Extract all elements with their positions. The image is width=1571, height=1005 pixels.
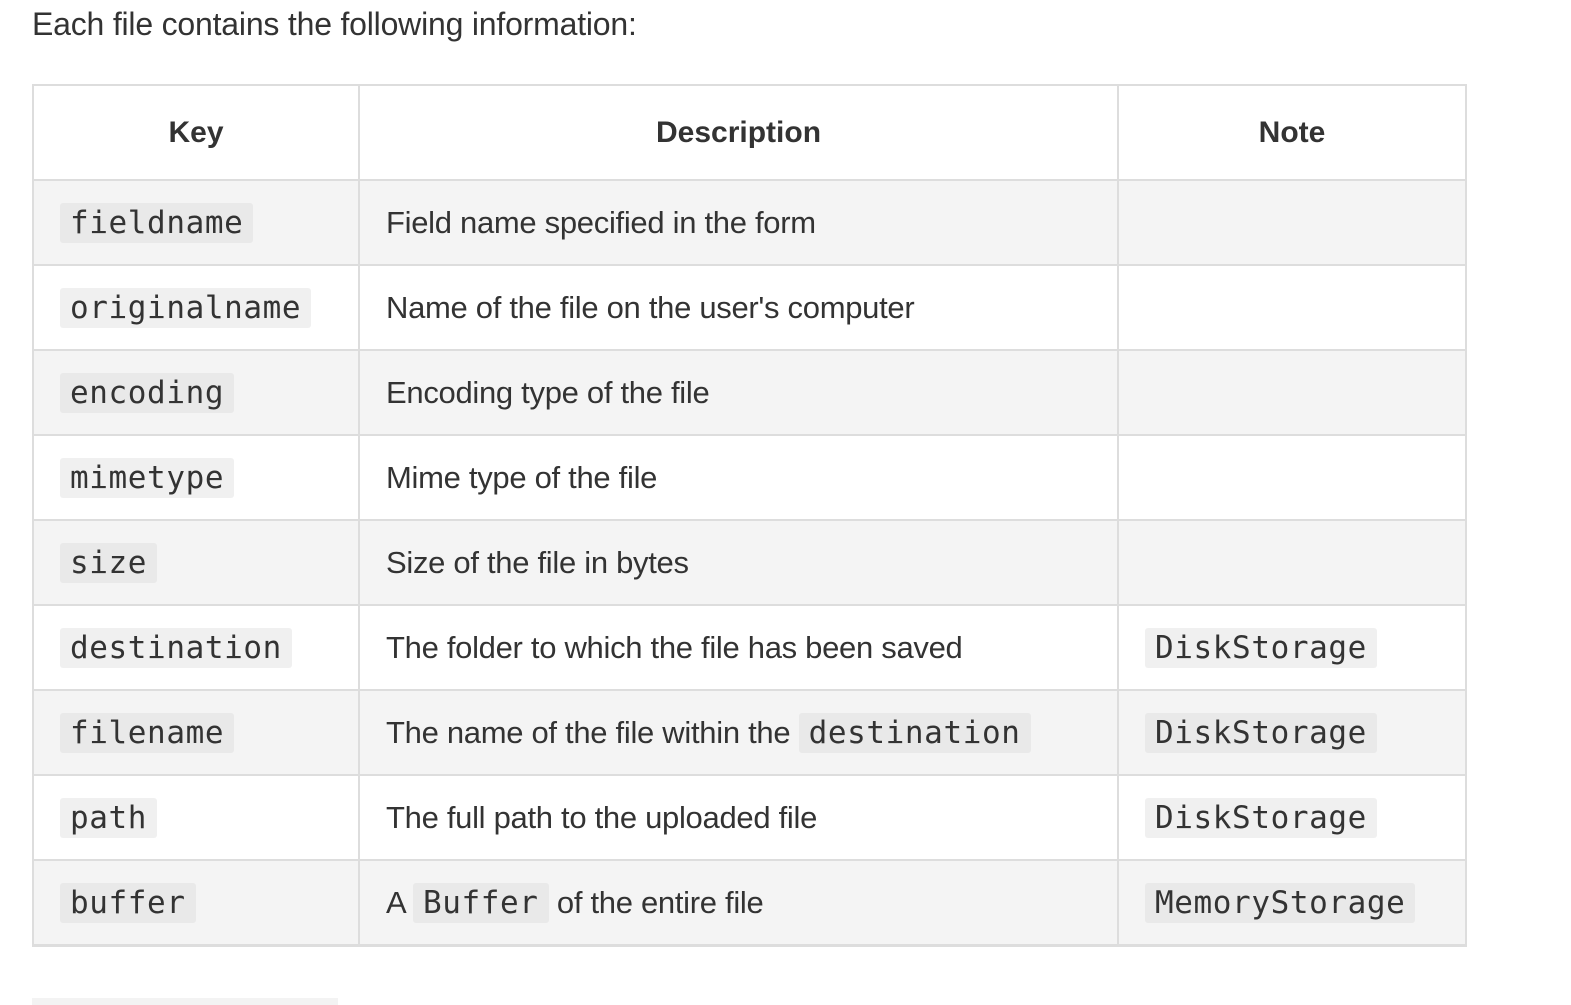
table-row: mimetype Mime type of the file bbox=[32, 434, 1467, 521]
description-text: A bbox=[386, 884, 413, 920]
note-cell bbox=[1117, 434, 1467, 521]
key-cell: mimetype bbox=[32, 434, 360, 521]
note-cell: DiskStorage bbox=[1117, 604, 1467, 691]
description-text: The full path to the uploaded file bbox=[386, 799, 818, 835]
description-cell: Encoding type of the file bbox=[358, 349, 1119, 436]
table-header: Key Description Note bbox=[32, 84, 1467, 181]
note-cell: DiskStorage bbox=[1117, 774, 1467, 861]
key-cell: buffer bbox=[32, 859, 360, 947]
note-code: DiskStorage bbox=[1145, 627, 1377, 668]
header-key: Key bbox=[32, 84, 360, 181]
file-info-table: Key Description Note fieldname Field nam… bbox=[32, 84, 1467, 947]
table-body: fieldname Field name specified in the fo… bbox=[32, 179, 1467, 947]
table-row: encoding Encoding type of the file bbox=[32, 349, 1467, 436]
header-description: Description bbox=[358, 84, 1119, 181]
description-text: The name of the file within the bbox=[386, 714, 799, 750]
description-cell: A Buffer of the entire file bbox=[358, 859, 1119, 947]
key-cell: encoding bbox=[32, 349, 360, 436]
description-cell: Field name specified in the form bbox=[358, 179, 1119, 266]
table-row: size Size of the file in bytes bbox=[32, 519, 1467, 606]
note-code: DiskStorage bbox=[1145, 712, 1377, 753]
key-cell: path bbox=[32, 774, 360, 861]
description-code: destination bbox=[798, 712, 1031, 753]
description-text: Encoding type of the file bbox=[386, 374, 710, 410]
key-cell: size bbox=[32, 519, 360, 606]
description-text: Field name specified in the form bbox=[386, 204, 816, 240]
key-code: size bbox=[60, 542, 158, 583]
description-text-after: of the entire file bbox=[548, 884, 764, 920]
description-code: Buffer bbox=[412, 882, 549, 923]
intro-text: Each file contains the following informa… bbox=[32, 6, 637, 42]
table-row: fieldname Field name specified in the fo… bbox=[32, 179, 1467, 266]
key-code: path bbox=[60, 797, 158, 838]
key-code: encoding bbox=[60, 372, 235, 413]
table-row: filename The name of the file within the… bbox=[32, 689, 1467, 776]
key-cell: originalname bbox=[32, 264, 360, 351]
next-content-edge bbox=[32, 998, 338, 1005]
table-row: originalname Name of the file on the use… bbox=[32, 264, 1467, 351]
key-cell: destination bbox=[32, 604, 360, 691]
note-cell bbox=[1117, 179, 1467, 266]
key-code: destination bbox=[60, 627, 292, 668]
note-cell bbox=[1117, 264, 1467, 351]
note-cell: DiskStorage bbox=[1117, 689, 1467, 776]
description-cell: Name of the file on the user's computer bbox=[358, 264, 1119, 351]
key-code: mimetype bbox=[60, 457, 235, 498]
description-cell: The full path to the uploaded file bbox=[358, 774, 1119, 861]
description-cell: The folder to which the file has been sa… bbox=[358, 604, 1119, 691]
description-text: Name of the file on the user's computer bbox=[386, 289, 915, 325]
description-cell: Size of the file in bytes bbox=[358, 519, 1119, 606]
table-row: path The full path to the uploaded file … bbox=[32, 774, 1467, 861]
key-code: fieldname bbox=[60, 202, 254, 243]
note-code: MemoryStorage bbox=[1145, 882, 1416, 923]
table-row: destination The folder to which the file… bbox=[32, 604, 1467, 691]
description-text: Size of the file in bytes bbox=[386, 544, 689, 580]
description-cell: Mime type of the file bbox=[358, 434, 1119, 521]
key-code: buffer bbox=[60, 882, 196, 923]
key-code: filename bbox=[60, 712, 235, 753]
note-code: DiskStorage bbox=[1145, 797, 1377, 838]
key-cell: filename bbox=[32, 689, 360, 776]
description-text: Mime type of the file bbox=[386, 459, 658, 495]
header-note: Note bbox=[1117, 84, 1467, 181]
key-cell: fieldname bbox=[32, 179, 360, 266]
table-row: buffer A Buffer of the entire file Memor… bbox=[32, 859, 1467, 947]
note-cell bbox=[1117, 349, 1467, 436]
header-row: Key Description Note bbox=[32, 84, 1467, 181]
description-cell: The name of the file within the destinat… bbox=[358, 689, 1119, 776]
description-text: The folder to which the file has been sa… bbox=[386, 629, 963, 665]
note-cell: MemoryStorage bbox=[1117, 859, 1467, 947]
note-cell bbox=[1117, 519, 1467, 606]
key-code: originalname bbox=[60, 287, 312, 328]
